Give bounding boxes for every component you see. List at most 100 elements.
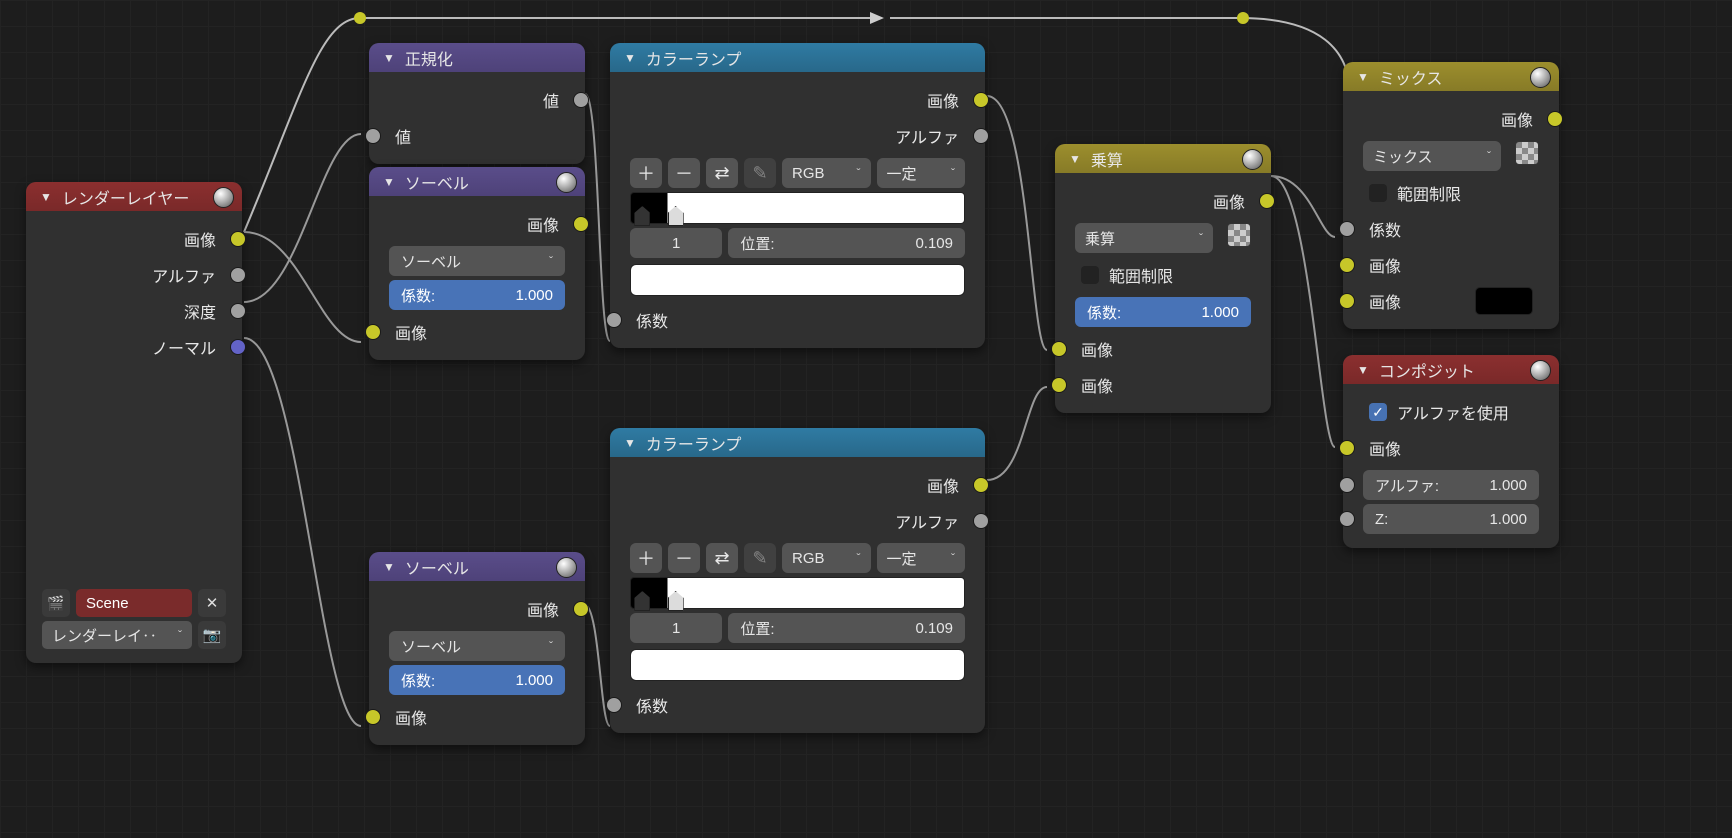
ramp-marker[interactable] bbox=[634, 206, 650, 226]
output-socket-image[interactable] bbox=[1547, 111, 1563, 127]
output-socket-alpha[interactable] bbox=[973, 513, 989, 529]
input-socket-image[interactable] bbox=[1339, 293, 1355, 309]
ramp-marker[interactable] bbox=[668, 591, 684, 611]
color-swatch-black[interactable] bbox=[1475, 287, 1533, 315]
node-colorramp-1[interactable]: ▼カラーランプ 画像 アルファ ＋ － ⇄ ✎ RGBˇ 一定ˇ 1 位置:0.… bbox=[610, 43, 985, 348]
blend-mode-dropdown[interactable]: ミックスˇ bbox=[1363, 141, 1501, 171]
clamp-checkbox[interactable] bbox=[1081, 266, 1099, 284]
collapse-icon[interactable]: ▼ bbox=[1357, 70, 1369, 84]
color-ramp-gradient[interactable] bbox=[630, 192, 965, 224]
ramp-position-field[interactable]: 位置:0.109 bbox=[728, 613, 965, 643]
output-socket-image[interactable] bbox=[973, 92, 989, 108]
node-mix[interactable]: ▼ミックス 画像 ミックスˇ 範囲制限 係数 画像 画像 bbox=[1343, 62, 1559, 329]
output-socket-image[interactable] bbox=[973, 477, 989, 493]
ramp-add-button[interactable]: ＋ bbox=[630, 158, 662, 188]
ramp-marker[interactable] bbox=[668, 206, 684, 226]
z-field[interactable]: Z:1.000 bbox=[1363, 504, 1539, 534]
collapse-icon[interactable]: ▼ bbox=[1069, 152, 1081, 166]
ramp-colormode-dropdown[interactable]: RGBˇ bbox=[782, 158, 871, 188]
node-header[interactable]: ▼ミックス bbox=[1343, 62, 1559, 91]
input-socket-alpha[interactable] bbox=[1339, 477, 1355, 493]
color-ramp-gradient[interactable] bbox=[630, 577, 965, 609]
output-socket-alpha[interactable] bbox=[230, 267, 246, 283]
output-socket-image[interactable] bbox=[573, 601, 589, 617]
collapse-icon[interactable]: ▼ bbox=[1357, 363, 1369, 377]
clamp-checkbox[interactable] bbox=[1369, 184, 1387, 202]
sobel-mode-dropdown[interactable]: ソーベルˇ bbox=[389, 631, 565, 661]
preview-sphere-icon[interactable] bbox=[1530, 360, 1551, 381]
input-socket-value[interactable] bbox=[365, 128, 381, 144]
sobel-factor-field[interactable]: 係数:1.000 bbox=[389, 665, 565, 695]
node-multiply[interactable]: ▼乗算 画像 乗算ˇ 範囲制限 係数:1.000 画像 画像 bbox=[1055, 144, 1271, 413]
node-sobel-1[interactable]: ▼ソーベル 画像 ソーベルˇ 係数:1.000 画像 bbox=[369, 167, 585, 360]
output-socket-alpha[interactable] bbox=[973, 128, 989, 144]
alpha-field[interactable]: アルファ:1.000 bbox=[1363, 470, 1539, 500]
factor-field[interactable]: 係数:1.000 bbox=[1075, 297, 1251, 327]
node-header[interactable]: ▼コンポジット bbox=[1343, 355, 1559, 384]
preview-sphere-icon[interactable] bbox=[556, 172, 577, 193]
node-normalize[interactable]: ▼正規化 値 値 bbox=[369, 43, 585, 164]
ramp-color-swatch[interactable] bbox=[630, 264, 965, 296]
input-socket-factor[interactable] bbox=[606, 697, 622, 713]
input-socket-image[interactable] bbox=[1339, 257, 1355, 273]
layer-name[interactable]: レンダーレイ‥ˇ bbox=[42, 621, 192, 649]
input-socket-z[interactable] bbox=[1339, 511, 1355, 527]
node-header[interactable]: ▼正規化 bbox=[369, 43, 585, 72]
node-colorramp-2[interactable]: ▼カラーランプ 画像 アルファ ＋ － ⇄ ✎ RGBˇ 一定ˇ 1 位置:0.… bbox=[610, 428, 985, 733]
input-socket-image[interactable] bbox=[1339, 440, 1355, 456]
node-header[interactable]: ▼カラーランプ bbox=[610, 43, 985, 72]
node-header[interactable]: ▼レンダーレイヤー bbox=[26, 182, 242, 211]
node-render-layers[interactable]: ▼レンダーレイヤー 画像 アルファ 深度 ノーマル 🎬 Scene ✕ レンダー… bbox=[26, 182, 242, 663]
ramp-colormode-dropdown[interactable]: RGBˇ bbox=[782, 543, 871, 573]
node-header[interactable]: ▼ソーベル bbox=[369, 552, 585, 581]
collapse-icon[interactable]: ▼ bbox=[40, 190, 52, 204]
collapse-icon[interactable]: ▼ bbox=[383, 560, 395, 574]
ramp-marker[interactable] bbox=[634, 591, 650, 611]
input-socket-image[interactable] bbox=[365, 324, 381, 340]
ramp-picker-button[interactable]: ✎ bbox=[744, 158, 776, 188]
ramp-flip-button[interactable]: ⇄ bbox=[706, 543, 738, 573]
input-socket-image[interactable] bbox=[1051, 341, 1067, 357]
ramp-add-button[interactable]: ＋ bbox=[630, 543, 662, 573]
collapse-icon[interactable]: ▼ bbox=[383, 175, 395, 189]
preview-sphere-icon[interactable] bbox=[556, 557, 577, 578]
output-socket-depth[interactable] bbox=[230, 303, 246, 319]
input-socket-factor[interactable] bbox=[606, 312, 622, 328]
ramp-index-field[interactable]: 1 bbox=[630, 228, 722, 258]
preview-sphere-icon[interactable] bbox=[1242, 149, 1263, 170]
preview-sphere-icon[interactable] bbox=[1530, 67, 1551, 88]
node-header[interactable]: ▼ソーベル bbox=[369, 167, 585, 196]
collapse-icon[interactable]: ▼ bbox=[624, 436, 636, 450]
sobel-factor-field[interactable]: 係数:1.000 bbox=[389, 280, 565, 310]
ramp-flip-button[interactable]: ⇄ bbox=[706, 158, 738, 188]
output-socket-normal[interactable] bbox=[230, 339, 246, 355]
input-socket-image[interactable] bbox=[1051, 377, 1067, 393]
ramp-remove-button[interactable]: － bbox=[668, 543, 700, 573]
alpha-toggle-icon[interactable] bbox=[1227, 223, 1251, 247]
node-header[interactable]: ▼カラーランプ bbox=[610, 428, 985, 457]
render-button[interactable]: 📷 bbox=[198, 621, 226, 649]
node-composite[interactable]: ▼コンポジット ✓アルファを使用 画像 アルファ:1.000 Z:1.000 bbox=[1343, 355, 1559, 548]
ramp-position-field[interactable]: 位置:0.109 bbox=[728, 228, 965, 258]
blend-mode-dropdown[interactable]: 乗算ˇ bbox=[1075, 223, 1213, 253]
ramp-picker-button[interactable]: ✎ bbox=[744, 543, 776, 573]
alpha-toggle-icon[interactable] bbox=[1515, 141, 1539, 165]
output-socket-image[interactable] bbox=[1259, 193, 1275, 209]
ramp-interp-dropdown[interactable]: 一定ˇ bbox=[877, 543, 966, 573]
output-socket-image[interactable] bbox=[230, 231, 246, 247]
collapse-icon[interactable]: ▼ bbox=[624, 51, 636, 65]
preview-sphere-icon[interactable] bbox=[213, 187, 234, 208]
output-socket-image[interactable] bbox=[573, 216, 589, 232]
ramp-interp-dropdown[interactable]: 一定ˇ bbox=[877, 158, 966, 188]
scene-name[interactable]: Scene bbox=[76, 589, 192, 617]
sobel-mode-dropdown[interactable]: ソーベルˇ bbox=[389, 246, 565, 276]
input-socket-image[interactable] bbox=[365, 709, 381, 725]
node-sobel-2[interactable]: ▼ソーベル 画像 ソーベルˇ 係数:1.000 画像 bbox=[369, 552, 585, 745]
scene-icon[interactable]: 🎬 bbox=[42, 589, 70, 617]
output-socket-value[interactable] bbox=[573, 92, 589, 108]
input-socket-factor[interactable] bbox=[1339, 221, 1355, 237]
ramp-remove-button[interactable]: － bbox=[668, 158, 700, 188]
use-alpha-checkbox[interactable]: ✓ bbox=[1369, 403, 1387, 421]
ramp-index-field[interactable]: 1 bbox=[630, 613, 722, 643]
scene-clear-button[interactable]: ✕ bbox=[198, 589, 226, 617]
